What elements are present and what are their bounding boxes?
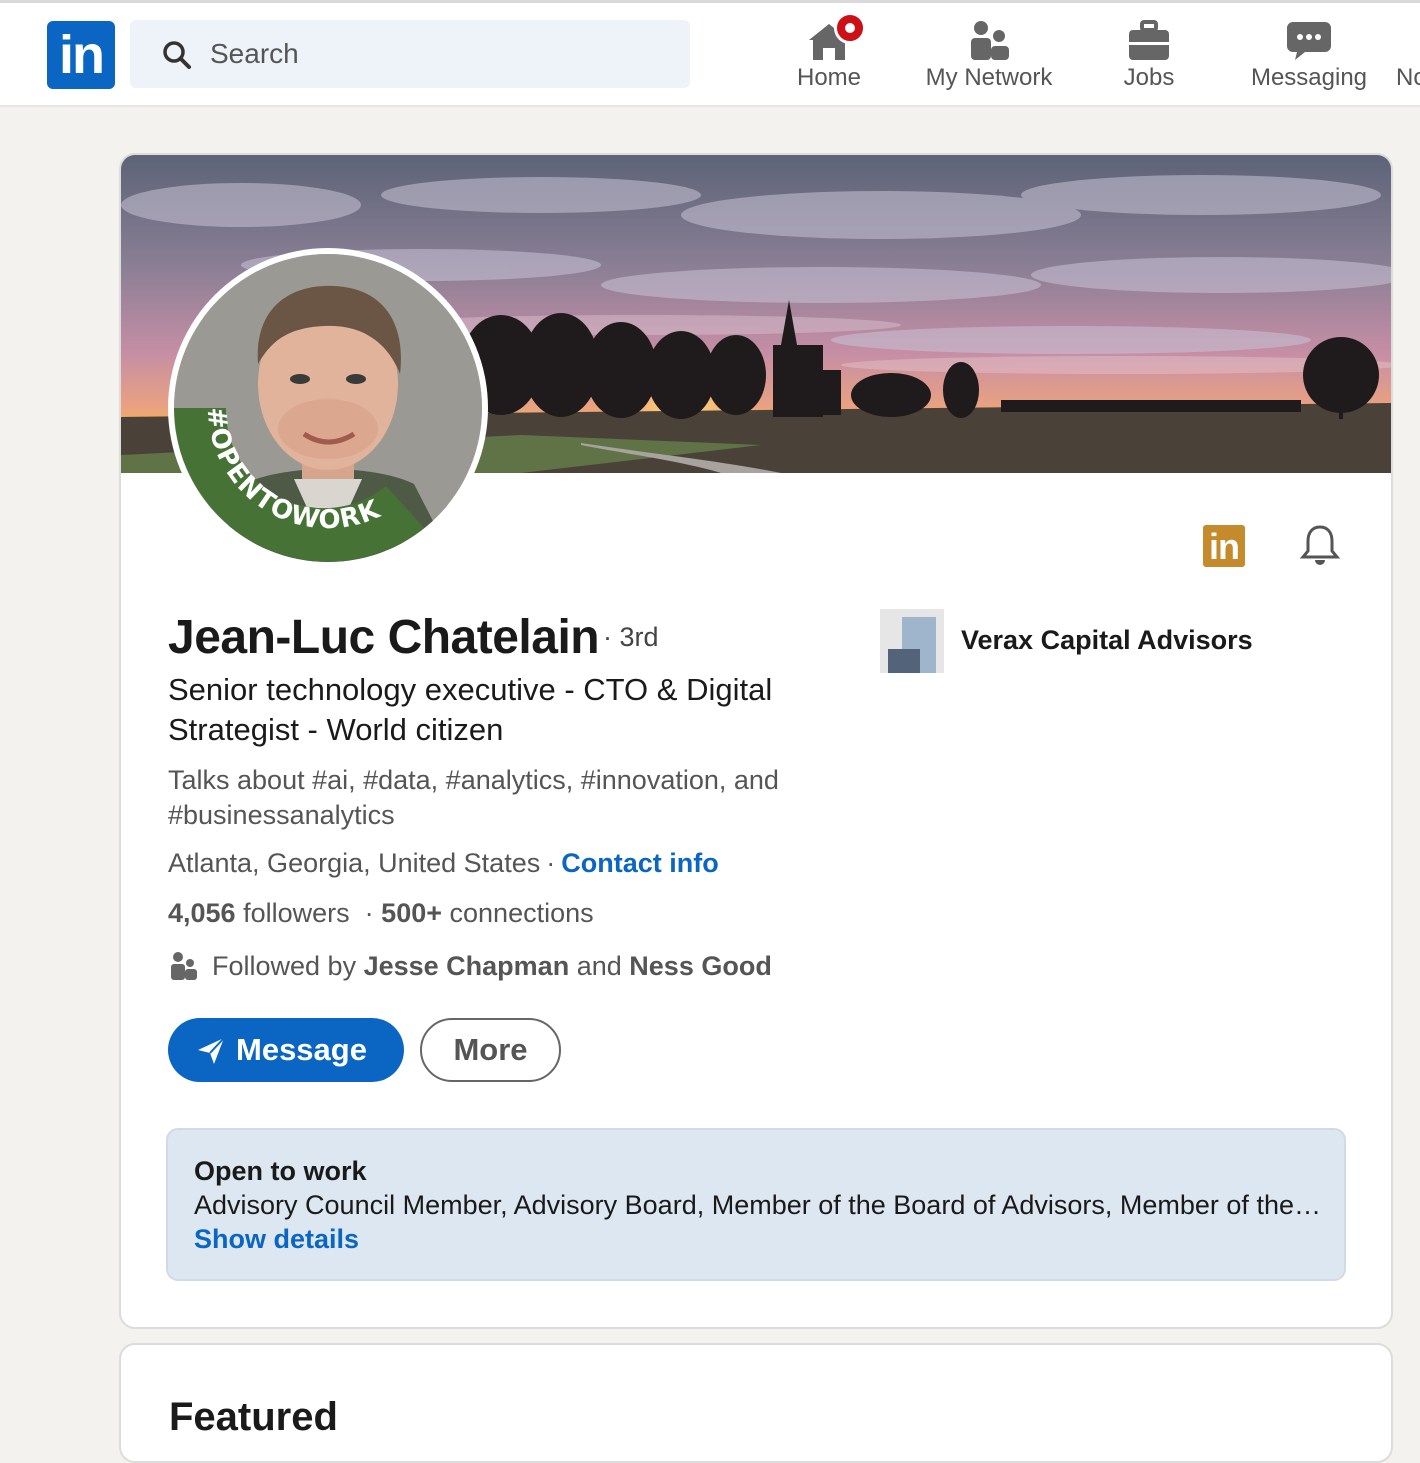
more-button[interactable]: More xyxy=(420,1018,561,1082)
my-network-icon xyxy=(971,21,1009,60)
location: Atlanta, Georgia, United States xyxy=(168,848,541,878)
nav-jobs-label: Jobs xyxy=(1123,64,1175,91)
briefcase-icon xyxy=(1129,20,1169,60)
nav-messaging-label: Messaging xyxy=(1250,64,1368,91)
bell-icon[interactable] xyxy=(1298,523,1342,567)
message-button-label: Message xyxy=(236,1032,367,1067)
talks-about: Talks about #ai, #data, #analytics, #inn… xyxy=(168,765,779,830)
show-details-link[interactable]: Show details xyxy=(194,1224,359,1255)
nav-messaging[interactable]: Messaging xyxy=(1244,14,1374,104)
nav-notifications[interactable]: No xyxy=(1396,14,1420,104)
mutual-follower-name: Jesse Chapman xyxy=(363,951,570,981)
featured-section: Featured xyxy=(119,1343,1393,1463)
connections-link[interactable]: 500+ connections xyxy=(381,898,593,928)
notification-badge xyxy=(834,12,866,44)
search-icon xyxy=(163,41,191,69)
message-button[interactable]: Message xyxy=(168,1018,404,1082)
connection-degree: · 3rd xyxy=(603,622,659,652)
nav-my-network[interactable]: My Network xyxy=(918,14,1060,104)
nav-home[interactable]: Home xyxy=(788,12,870,104)
send-icon xyxy=(198,1037,225,1064)
mutual-follower-name: Ness Good xyxy=(629,951,772,981)
connections-label: connections xyxy=(449,898,594,928)
search-input[interactable] xyxy=(210,30,670,78)
followed-by-and: and xyxy=(576,951,622,981)
search-bar[interactable] xyxy=(130,20,690,88)
separator: · xyxy=(546,848,556,878)
connections-count: 500+ xyxy=(381,898,442,928)
browser-edge xyxy=(0,0,1420,3)
avatar: #OPENTOWORK xyxy=(174,254,482,562)
profile-name: Jean-Luc Chatelain xyxy=(168,611,600,664)
open-to-work-title: Open to work xyxy=(194,1156,367,1186)
contact-info-link[interactable]: Contact info xyxy=(561,848,718,878)
followers-label: followers xyxy=(243,898,350,928)
nav-notifications-label: No xyxy=(1396,64,1420,91)
premium-icon: in xyxy=(1203,525,1245,567)
global-nav: in Home My Network Jobs xyxy=(0,0,1420,107)
stats-row: 4,056 followers · 500+ connections xyxy=(168,898,594,929)
linkedin-logo[interactable]: in xyxy=(47,21,115,89)
separator: · xyxy=(364,898,374,928)
followers-count: 4,056 xyxy=(168,898,236,928)
nav-jobs[interactable]: Jobs xyxy=(1112,14,1186,104)
nav-my-network-label: My Network xyxy=(925,64,1053,91)
people-icon xyxy=(171,952,197,980)
open-to-work-roles: Advisory Council Member, Advisory Board,… xyxy=(194,1190,1324,1220)
nav-home-label: Home xyxy=(796,64,862,91)
company-logo xyxy=(880,609,944,673)
mutual-followers-row[interactable]: Followed by Jesse Chapman and Ness Good xyxy=(168,950,772,982)
company-name: Verax Capital Advisors xyxy=(961,625,1253,655)
section-title: Featured xyxy=(169,1395,338,1439)
followed-by-prefix: Followed by xyxy=(212,951,357,981)
profile-photo[interactable]: #OPENTOWORK xyxy=(168,248,488,568)
messaging-icon xyxy=(1287,22,1331,60)
profile-headline: Senior technology executive - CTO & Digi… xyxy=(168,672,773,747)
open-to-work-card: Open to work Advisory Council Member, Ad… xyxy=(166,1128,1346,1281)
location-row: Atlanta, Georgia, United States · Contact … xyxy=(168,848,719,879)
